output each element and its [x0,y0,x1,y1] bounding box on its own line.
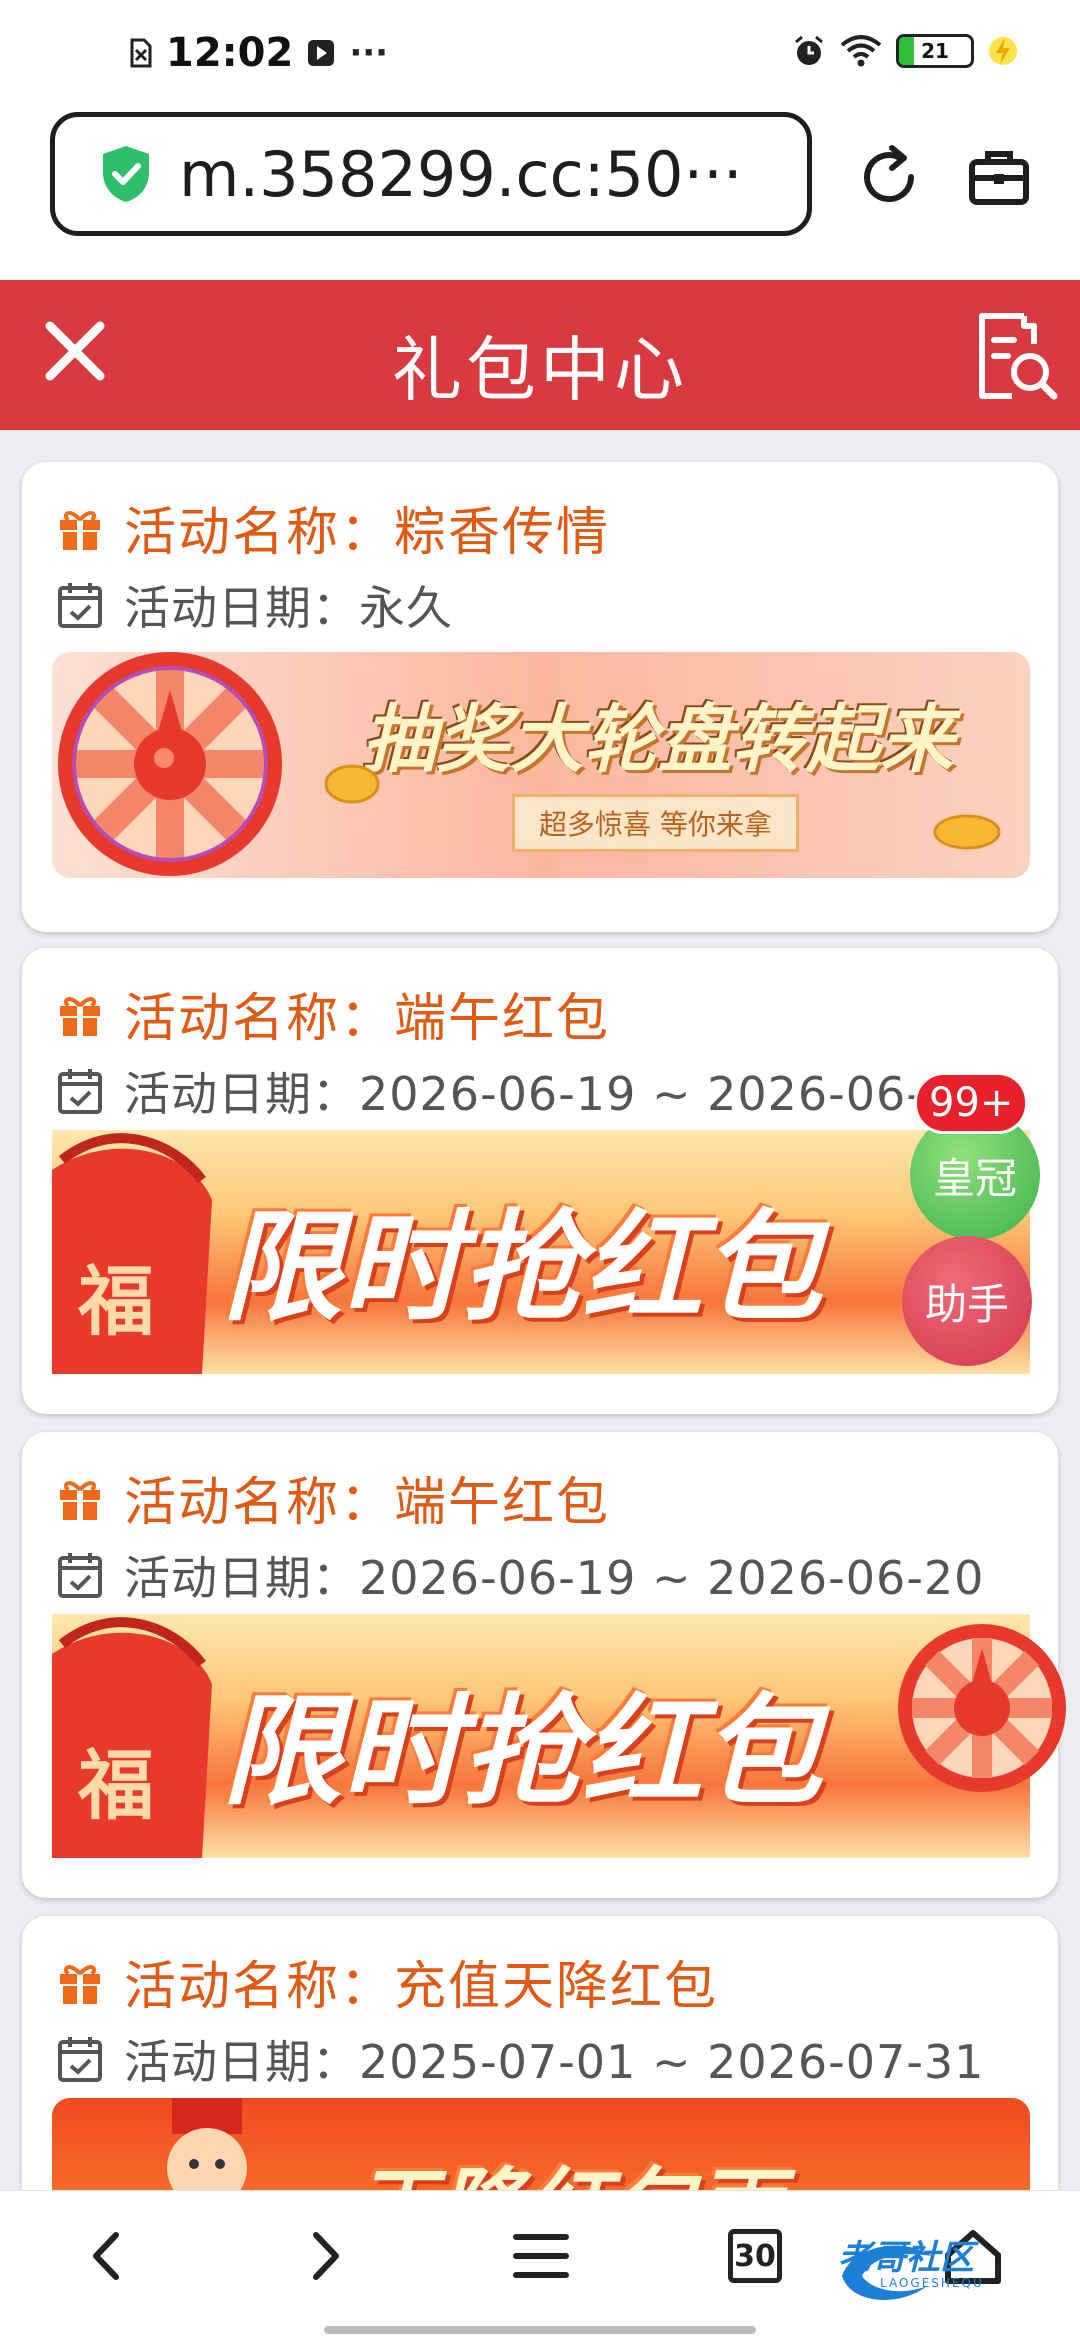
activity-date: 活动日期：2026-06-19 ~ 2026-06-20 [124,1067,985,1121]
activity-name: 活动名称：端午红包 [124,989,611,1049]
activity-date-row: 活动日期：2026-06-19 ~ 2026-06-20 [56,1542,984,1608]
helper-float-button[interactable]: 助手 [902,1236,1032,1366]
crown-label: 皇冠 [932,1153,1017,1203]
activity-banner[interactable]: 福 限时抢红包 [52,1130,1030,1374]
status-more-dots: ··· [349,33,389,73]
forward-icon[interactable] [290,2221,360,2291]
fu-character: 福 [78,1257,154,1346]
toolbox-icon[interactable] [966,144,1032,210]
gift-icon [60,996,100,1036]
sim-off-icon [130,38,152,68]
activity-title-row: 活动名称：端午红包 [56,1460,610,1535]
calendar-check-icon [58,1553,102,1598]
watermark-text: 老哥社区 [838,2238,974,2278]
status-left: 12:02 ··· [130,30,388,76]
activity-date: 活动日期：2026-06-19 ~ 2026-06-20 [124,1551,985,1605]
status-time: 12:02 [166,30,294,76]
reload-icon[interactable] [856,144,922,210]
helper-label: 助手 [924,1279,1009,1329]
activity-card[interactable]: 活动名称：端午红包 活动日期：2026-06-19 ~ 2026-06-20 福… [22,948,1058,1414]
activity-card[interactable]: 活动名称：充值天降红包 活动日期：2025-07-01 ~ 2026-07-31… [22,1916,1058,2190]
activity-title-row: 活动名称：充值天降红包 [56,1944,718,2019]
banner-headline: 天降红包雨 [352,2138,782,2190]
banner-headline: 限时抢红包 [222,1683,822,1822]
address-bar[interactable]: m.358299.cc:50··· [50,112,812,236]
activity-banner[interactable]: 天降红包雨 [52,2098,1030,2190]
activity-name: 活动名称：充值天降红包 [124,1957,719,2017]
battery-icon: 21 [896,34,974,68]
status-bar: 12:02 ··· 21 [0,0,1080,100]
menu-icon[interactable] [506,2221,576,2291]
status-right: 21 [792,34,1018,68]
document-search-icon[interactable] [972,310,1058,402]
activity-date-row: 活动日期：2025-07-01 ~ 2026-07-31 [56,2026,984,2092]
prize-wheel-float-icon[interactable] [894,1620,1070,1796]
banner-headline: 限时抢红包 [222,1199,822,1338]
url-text: m.358299.cc:50··· [179,137,743,211]
browser-toolbar: m.358299.cc:50··· [0,100,1080,280]
page-title: 礼包中心 [392,329,688,411]
app-header: 礼包中心 [0,280,1080,430]
alarm-icon [795,35,823,65]
notification-badge: 99+ [914,1072,1029,1134]
gift-icon [60,1480,100,1520]
activity-date-row: 活动日期：2026-06-19 ~ 2026-06-20 [56,1058,984,1124]
activity-date: 活动日期：2025-07-01 ~ 2026-07-31 [124,2035,985,2089]
fu-character: 福 [78,1741,154,1830]
back-icon[interactable] [72,2221,142,2291]
watermark-subtext: LAOGESHEQU [880,2276,984,2290]
home-indicator[interactable] [324,2326,756,2334]
activity-banner[interactable]: 福 限时抢红包 [52,1614,1030,1858]
gift-icon [60,1964,100,2004]
god-of-wealth-icon [167,2098,247,2190]
calendar-check-icon [58,1069,102,1114]
tab-count: 30 [734,2238,776,2274]
battery-level: 21 [921,39,949,63]
wifi-icon [840,35,882,67]
tabs-icon[interactable]: 30 [728,2229,782,2283]
media-playing-icon [308,40,335,66]
charging-icon [989,37,1017,65]
activity-name: 活动名称：端午红包 [124,1473,611,1533]
calendar-check-icon [58,2037,102,2082]
activity-title-row: 活动名称：端午红包 [56,976,610,1051]
shield-check-icon [103,146,149,202]
